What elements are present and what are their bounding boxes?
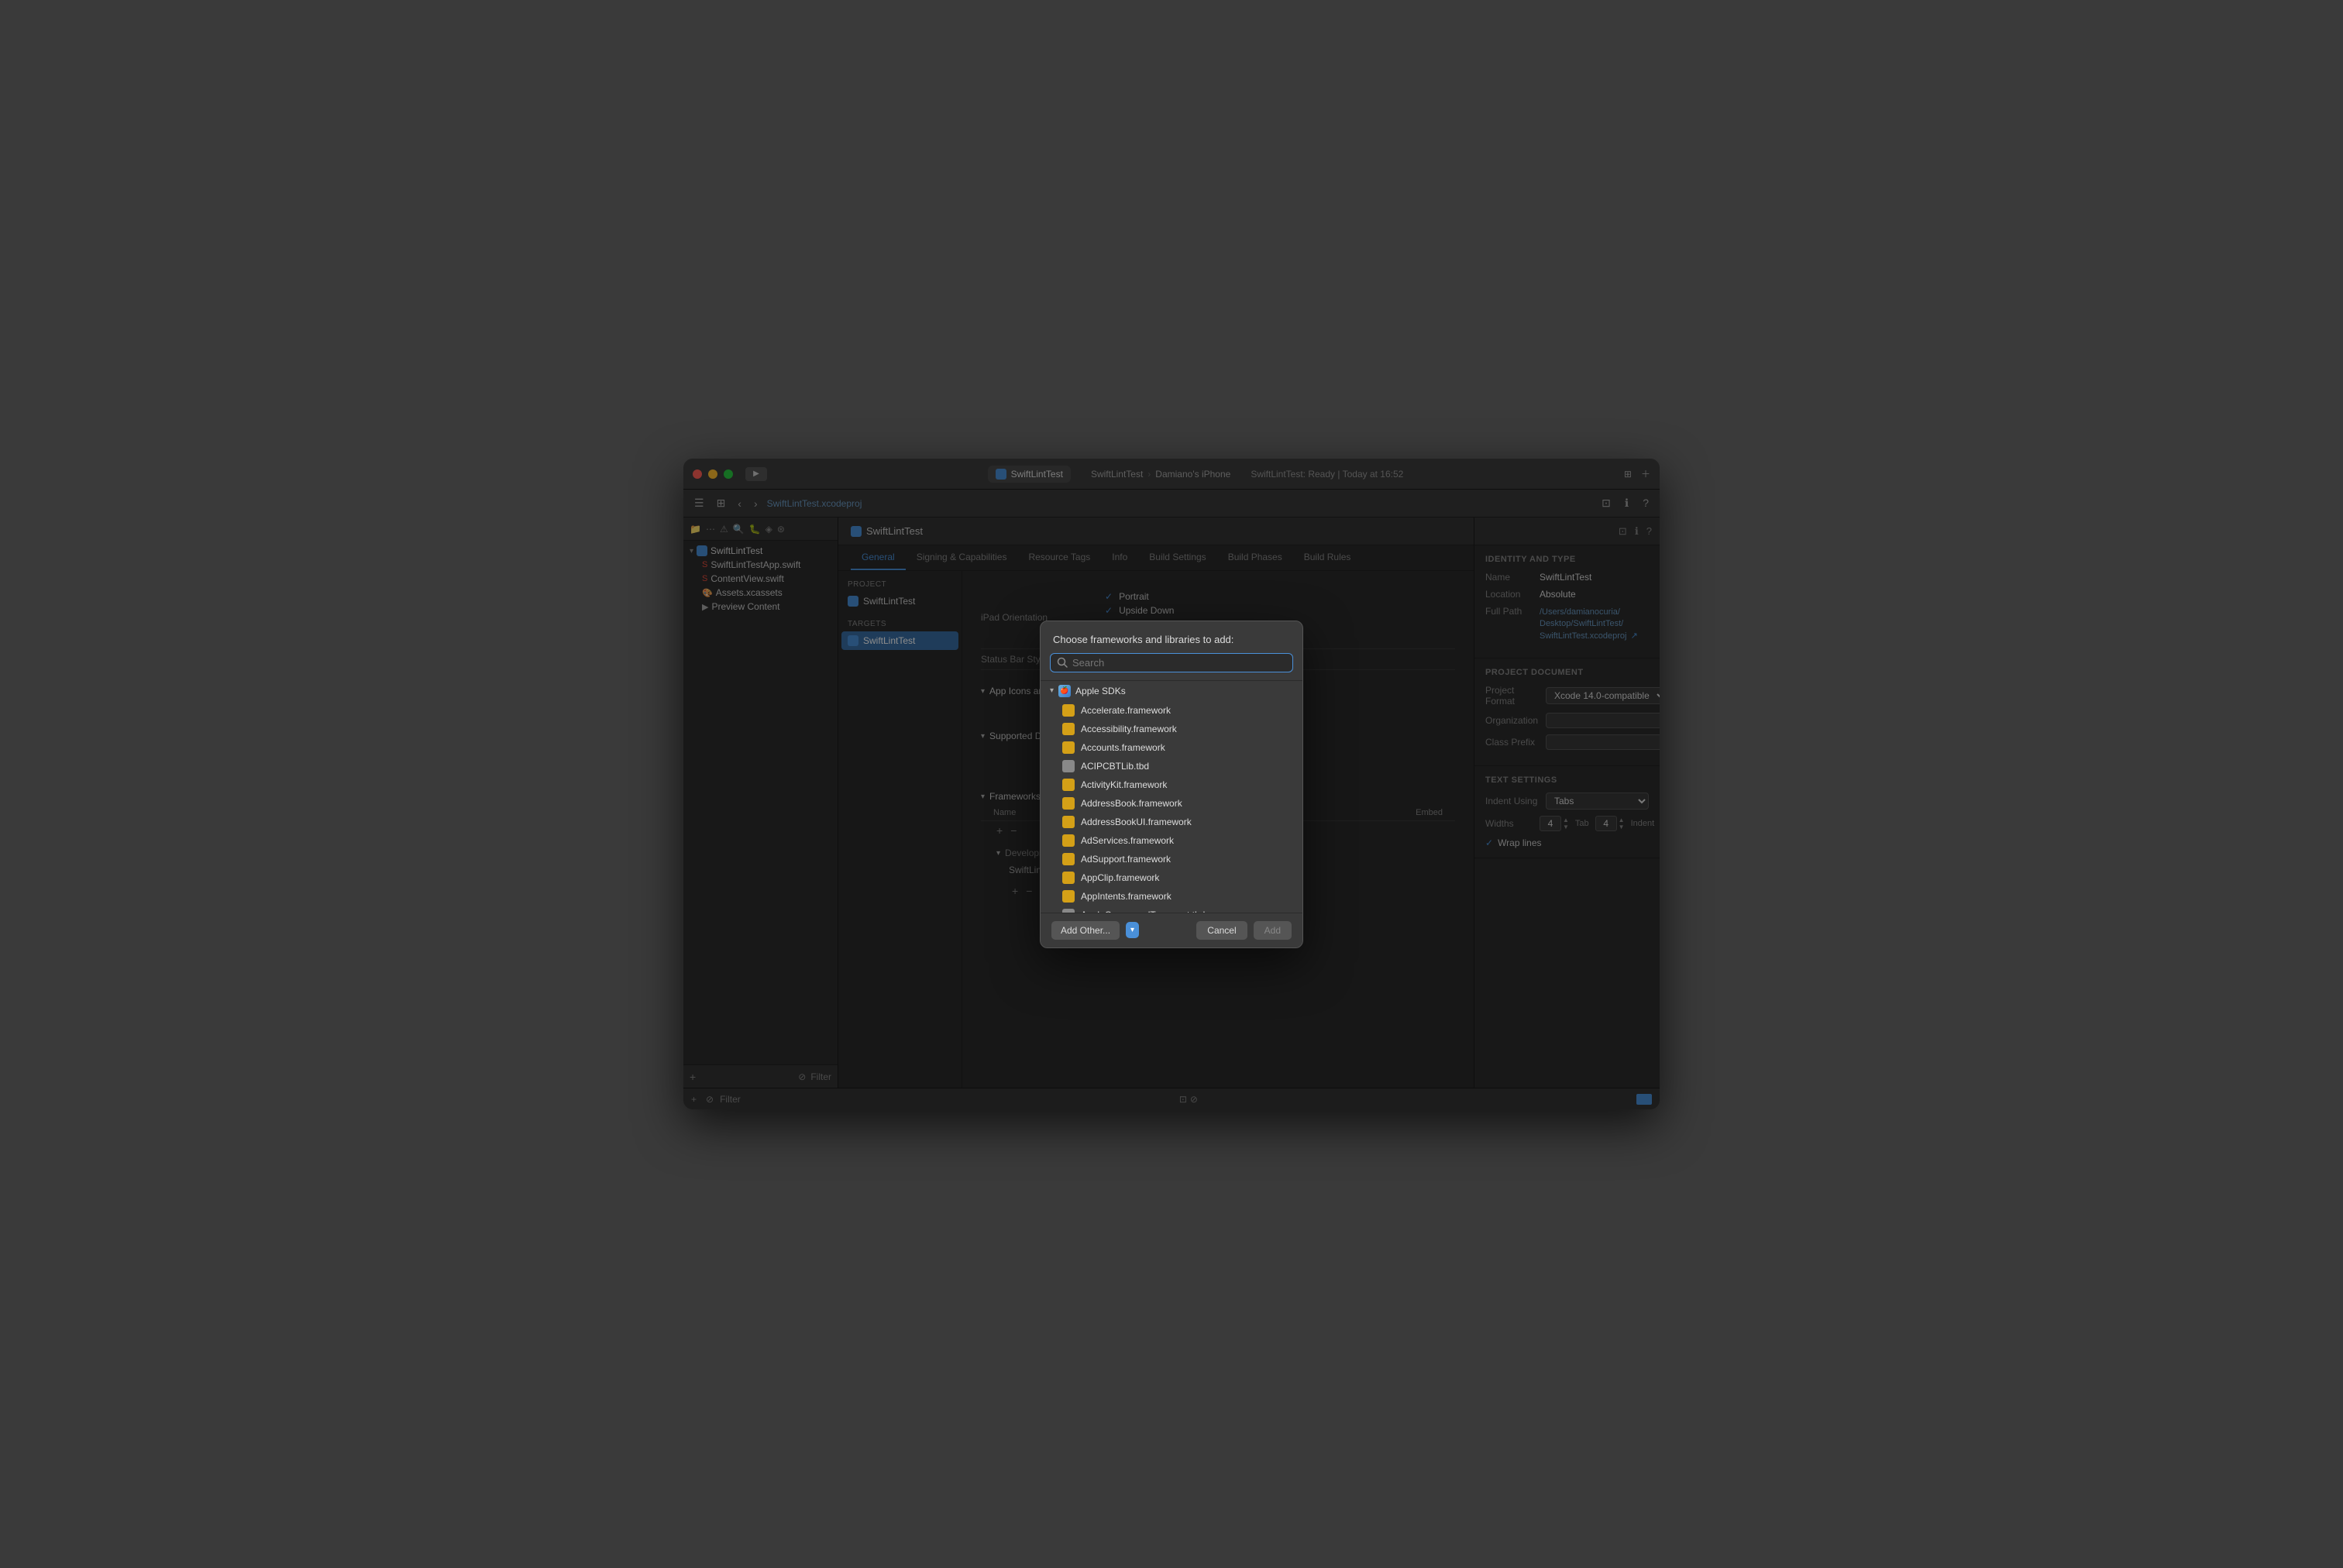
fw-icon: [1062, 741, 1075, 754]
list-item[interactable]: Accelerate.framework: [1041, 701, 1302, 720]
fw-label: Accessibility.framework: [1081, 724, 1177, 734]
fw-label: ActivityKit.framework: [1081, 779, 1167, 790]
fw-label: AppIntents.framework: [1081, 891, 1172, 902]
list-item[interactable]: Accessibility.framework: [1041, 720, 1302, 738]
modal-title: Choose frameworks and libraries to add:: [1041, 621, 1302, 653]
apple-sdks-label: Apple SDKs: [1075, 686, 1126, 696]
modal-search-icon: [1057, 657, 1068, 668]
fw-label: Accounts.framework: [1081, 742, 1165, 753]
fw-label: AppClip.framework: [1081, 872, 1159, 883]
list-item[interactable]: AddressBookUI.framework: [1041, 813, 1302, 831]
fw-icon: [1062, 853, 1075, 865]
fw-label: AppleConvergedTransport.tbd: [1081, 910, 1205, 913]
fw-icon: [1062, 779, 1075, 791]
apple-sdks-icon: 🍎: [1058, 685, 1071, 697]
list-item[interactable]: AdSupport.framework: [1041, 850, 1302, 868]
add-other-dropdown[interactable]: ▾: [1126, 922, 1139, 938]
apple-sdks-chevron: ▾: [1050, 686, 1054, 695]
fw-icon: [1062, 872, 1075, 884]
modal-search-input[interactable]: [1072, 657, 1286, 669]
fw-label: ACIPCBTLib.tbd: [1081, 761, 1149, 772]
framework-picker-modal: Choose frameworks and libraries to add: …: [1040, 621, 1303, 948]
modal-footer: Add Other... ▾ Cancel Add: [1041, 913, 1302, 947]
fw-label: AdServices.framework: [1081, 835, 1174, 846]
fw-icon: [1062, 909, 1075, 913]
modal-overlay: Choose frameworks and libraries to add: …: [683, 459, 1660, 1109]
xcode-window: ▶ SwiftLintTest SwiftLintTest › Damiano'…: [683, 459, 1660, 1109]
fw-icon: [1062, 760, 1075, 772]
fw-label: AdSupport.framework: [1081, 854, 1171, 865]
fw-icon: [1062, 797, 1075, 810]
apple-sdks-group[interactable]: ▾ 🍎 Apple SDKs: [1041, 681, 1302, 701]
fw-label: AddressBook.framework: [1081, 798, 1182, 809]
fw-label: Accelerate.framework: [1081, 705, 1171, 716]
list-item[interactable]: Accounts.framework: [1041, 738, 1302, 757]
modal-search-bar[interactable]: [1050, 653, 1293, 672]
list-item[interactable]: AppleConvergedTransport.tbd: [1041, 906, 1302, 913]
list-item[interactable]: AppIntents.framework: [1041, 887, 1302, 906]
list-item[interactable]: AddressBook.framework: [1041, 794, 1302, 813]
list-item[interactable]: AppClip.framework: [1041, 868, 1302, 887]
list-item[interactable]: ActivityKit.framework: [1041, 775, 1302, 794]
modal-framework-list: ▾ 🍎 Apple SDKs Accelerate.framework Acce…: [1041, 680, 1302, 913]
cancel-button[interactable]: Cancel: [1196, 921, 1247, 940]
fw-icon: [1062, 704, 1075, 717]
fw-icon: [1062, 816, 1075, 828]
fw-icon: [1062, 834, 1075, 847]
list-item[interactable]: ACIPCBTLib.tbd: [1041, 757, 1302, 775]
list-item[interactable]: AdServices.framework: [1041, 831, 1302, 850]
add-other-button[interactable]: Add Other...: [1051, 921, 1120, 940]
fw-label: AddressBookUI.framework: [1081, 817, 1192, 827]
fw-icon: [1062, 890, 1075, 903]
add-button[interactable]: Add: [1254, 921, 1292, 940]
fw-icon: [1062, 723, 1075, 735]
